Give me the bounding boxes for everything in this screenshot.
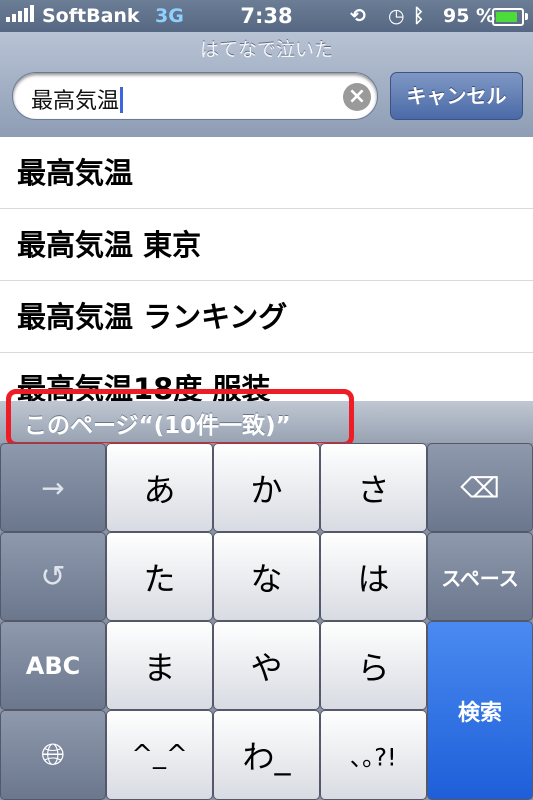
clear-icon[interactable]: × [343,83,371,111]
undo-key[interactable]: ↺ [0,532,106,621]
search-header: はてなで泣いた 最高気温 × キャンセル [0,32,533,137]
search-key[interactable]: 検索 [427,621,533,800]
globe-key[interactable]: 🌐︎ [0,710,106,800]
abc-key[interactable]: ABC [0,621,106,710]
kana-key-sa[interactable]: さ [320,443,427,532]
kana-key-ya[interactable]: や [213,621,320,710]
kana-key-wa[interactable]: わ_ [213,710,320,800]
suggestion-item[interactable]: 最高気温 ランキング [0,281,533,353]
page-title: はてなで泣いた [199,39,333,61]
rotation-lock-icon: ⟲ [350,5,366,27]
kana-key-a[interactable]: あ [106,443,213,532]
cancel-button[interactable]: キャンセル [390,72,523,120]
suggestion-item[interactable]: 最高気温 [0,137,533,209]
kana-key-ra[interactable]: ら [320,621,427,710]
alarm-icon: ◷ [388,5,405,27]
kana-key-emoticon[interactable]: ^_^ [106,710,213,800]
battery-percent: 95 % [443,5,496,27]
battery-fill [496,12,517,22]
battery-icon [492,8,528,26]
space-key[interactable]: スペース [427,532,533,621]
globe-icon: 🌐︎ [41,737,65,773]
japanese-kana-keyboard: → あ か さ ⌫ ↺ た な は スペース ABC ま や ら 検索 🌐︎ ^… [0,443,533,800]
kana-key-ka[interactable]: か [213,443,320,532]
undo-icon: ↺ [40,559,66,594]
bluetooth-icon: ᛒ [413,5,425,27]
red-highlight-annotation [6,389,354,447]
next-arrow-icon: → [41,471,65,504]
delete-key[interactable]: ⌫ [427,443,533,532]
kana-key-ha[interactable]: は [320,532,427,621]
suggestion-list: 最高気温 最高気温 東京 最高気温 ランキング 最高気温18度 服装 [0,137,533,407]
next-arrow-key[interactable]: → [0,443,106,532]
iphone-screen: SoftBank 3G 7:38 ⟲ ◷ ᛒ 95 % はてなで泣いた 最高気温… [0,0,533,800]
status-bar: SoftBank 3G 7:38 ⟲ ◷ ᛒ 95 % [0,0,533,32]
suggestion-item[interactable]: 最高気温 東京 [0,209,533,281]
kana-key-na[interactable]: な [213,532,320,621]
kana-key-ta[interactable]: た [106,532,213,621]
search-input[interactable]: 最高気温 × [12,72,378,120]
kana-key-ma[interactable]: ま [106,621,213,710]
search-input-value: 最高気温 [31,83,124,115]
delete-icon: ⌫ [460,471,500,504]
text-caret [120,87,124,113]
kana-key-punctuation[interactable]: ､｡?! [320,710,427,800]
